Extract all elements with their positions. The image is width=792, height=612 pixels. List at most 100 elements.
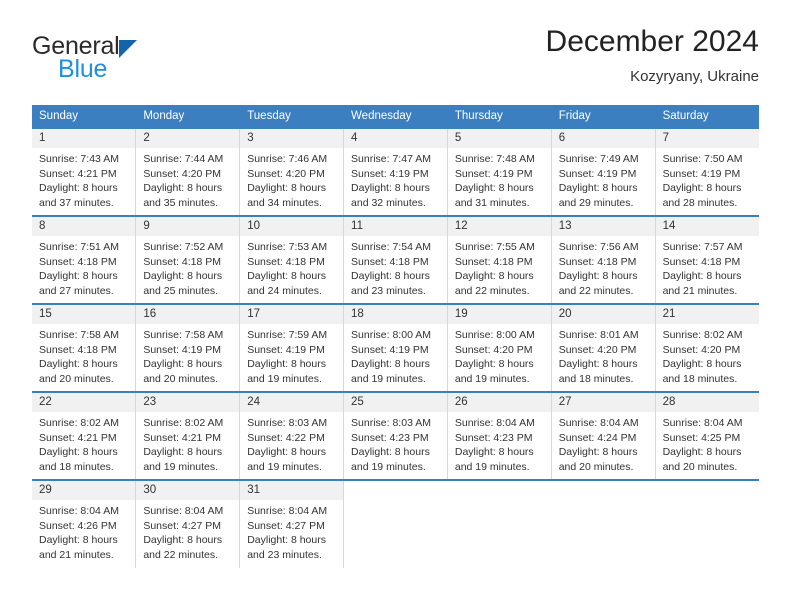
sunset-text: Sunset: 4:24 PM	[558, 431, 637, 444]
daylight-text-line1: Daylight: 8 hours	[351, 446, 430, 459]
day-cell[interactable]: 28 Sunrise: 8:04 AM Sunset: 4:25 PM Dayl…	[655, 391, 759, 480]
daylight-text-line1: Daylight: 8 hours	[39, 534, 118, 547]
sunset-text: Sunset: 4:20 PM	[662, 343, 741, 356]
day-details: Sunrise: 8:01 AM Sunset: 4:20 PM Dayligh…	[552, 324, 655, 386]
day-cell[interactable]: 25 Sunrise: 8:03 AM Sunset: 4:23 PM Dayl…	[343, 391, 448, 480]
day-number: 22	[32, 393, 136, 412]
daylight-text-line1: Daylight: 8 hours	[143, 270, 223, 283]
daylight-text-line1: Daylight: 8 hours	[351, 182, 430, 195]
day-number: 20	[551, 305, 655, 324]
daylight-text-line1: Daylight: 8 hours	[662, 358, 742, 371]
day-cell[interactable]: 13 Sunrise: 7:56 AM Sunset: 4:18 PM Dayl…	[551, 215, 656, 304]
day-cell[interactable]: 15 Sunrise: 7:58 AM Sunset: 4:18 PM Dayl…	[32, 303, 137, 392]
daylight-text-line2: and 22 minutes.	[558, 284, 634, 297]
day-details: Sunrise: 8:00 AM Sunset: 4:19 PM Dayligh…	[344, 324, 447, 386]
day-number	[447, 481, 551, 500]
sunrise-text: Sunrise: 8:04 AM	[143, 505, 224, 517]
day-cell[interactable]: 27 Sunrise: 8:04 AM Sunset: 4:24 PM Dayl…	[551, 391, 656, 480]
day-cell[interactable]: 8 Sunrise: 7:51 AM Sunset: 4:18 PM Dayli…	[32, 215, 137, 304]
day-cell[interactable]: 24 Sunrise: 8:03 AM Sunset: 4:22 PM Dayl…	[239, 391, 345, 480]
day-cell[interactable]: 9 Sunrise: 7:52 AM Sunset: 4:18 PM Dayli…	[135, 215, 241, 304]
day-cell[interactable]: 12 Sunrise: 7:55 AM Sunset: 4:18 PM Dayl…	[447, 215, 552, 304]
day-details: Sunrise: 7:50 AM Sunset: 4:19 PM Dayligh…	[656, 148, 759, 210]
daylight-text-line2: and 19 minutes.	[454, 372, 530, 385]
daylight-text-line2: and 22 minutes.	[143, 548, 219, 561]
sunset-text: Sunset: 4:22 PM	[247, 431, 325, 444]
sunrise-text: Sunrise: 7:43 AM	[39, 153, 119, 165]
day-cell[interactable]: 31 Sunrise: 8:04 AM Sunset: 4:27 PM Dayl…	[239, 479, 345, 568]
day-number: 28	[655, 393, 759, 412]
day-details: Sunrise: 8:02 AM Sunset: 4:20 PM Dayligh…	[656, 324, 759, 386]
day-number	[551, 481, 655, 500]
day-cell[interactable]: 14 Sunrise: 7:57 AM Sunset: 4:18 PM Dayl…	[655, 215, 759, 304]
day-cell[interactable]: 1 Sunrise: 7:43 AM Sunset: 4:21 PM Dayli…	[32, 127, 137, 216]
calendar-table: Sunday Monday Tuesday Wednesday Thursday…	[32, 105, 760, 568]
day-cell[interactable]: 20 Sunrise: 8:01 AM Sunset: 4:20 PM Dayl…	[551, 303, 656, 392]
day-number: 27	[551, 393, 655, 412]
day-number: 10	[240, 217, 344, 236]
daylight-text-line2: and 20 minutes.	[143, 372, 219, 385]
day-cell[interactable]: 21 Sunrise: 8:02 AM Sunset: 4:20 PM Dayl…	[655, 303, 759, 392]
sunrise-text: Sunrise: 8:04 AM	[558, 417, 639, 429]
day-cell[interactable]: 5 Sunrise: 7:48 AM Sunset: 4:19 PM Dayli…	[447, 127, 552, 216]
day-cell[interactable]: 19 Sunrise: 8:00 AM Sunset: 4:20 PM Dayl…	[447, 303, 552, 392]
day-cell[interactable]: 4 Sunrise: 7:47 AM Sunset: 4:19 PM Dayli…	[343, 127, 448, 216]
daylight-text-line2: and 22 minutes.	[454, 284, 530, 297]
daylight-text-line2: and 19 minutes.	[247, 460, 322, 473]
day-cell[interactable]: 17 Sunrise: 7:59 AM Sunset: 4:19 PM Dayl…	[239, 303, 345, 392]
sunset-text: Sunset: 4:23 PM	[454, 431, 533, 444]
day-cell[interactable]: 3 Sunrise: 7:46 AM Sunset: 4:20 PM Dayli…	[239, 127, 345, 216]
day-details: Sunrise: 7:59 AM Sunset: 4:19 PM Dayligh…	[240, 324, 343, 386]
sunrise-text: Sunrise: 7:51 AM	[39, 241, 119, 253]
logo-text-general: General	[32, 32, 120, 60]
logo-text-blue: Blue	[58, 55, 108, 83]
day-details: Sunrise: 7:48 AM Sunset: 4:19 PM Dayligh…	[448, 148, 551, 210]
day-details: Sunrise: 7:51 AM Sunset: 4:18 PM Dayligh…	[32, 236, 135, 298]
day-cell-empty	[447, 479, 552, 568]
day-number: 8	[32, 217, 136, 236]
day-cell[interactable]: 18 Sunrise: 8:00 AM Sunset: 4:19 PM Dayl…	[343, 303, 448, 392]
weekday-header-friday: Friday	[551, 105, 656, 128]
weekday-header-wednesday: Wednesday	[343, 105, 448, 128]
day-cell[interactable]: 23 Sunrise: 8:02 AM Sunset: 4:21 PM Dayl…	[135, 391, 241, 480]
day-number: 5	[447, 129, 551, 148]
daylight-text-line1: Daylight: 8 hours	[454, 182, 534, 195]
daylight-text-line2: and 21 minutes.	[662, 284, 738, 297]
sunrise-text: Sunrise: 7:44 AM	[143, 153, 224, 165]
calendar-week-row: 29 Sunrise: 8:04 AM Sunset: 4:26 PM Dayl…	[32, 479, 759, 568]
day-cell[interactable]: 29 Sunrise: 8:04 AM Sunset: 4:26 PM Dayl…	[32, 479, 137, 568]
sunset-text: Sunset: 4:20 PM	[143, 167, 221, 180]
general-blue-logo: General Blue	[32, 34, 137, 82]
daylight-text-line2: and 23 minutes.	[351, 284, 426, 297]
sunrise-text: Sunrise: 7:57 AM	[662, 241, 743, 253]
day-cell[interactable]: 30 Sunrise: 8:04 AM Sunset: 4:27 PM Dayl…	[135, 479, 241, 568]
weekday-header-thursday: Thursday	[447, 105, 552, 128]
day-cell[interactable]: 2 Sunrise: 7:44 AM Sunset: 4:20 PM Dayli…	[135, 127, 241, 216]
daylight-text-line2: and 32 minutes.	[351, 196, 426, 209]
day-cell[interactable]: 7 Sunrise: 7:50 AM Sunset: 4:19 PM Dayli…	[655, 127, 759, 216]
day-cell[interactable]: 22 Sunrise: 8:02 AM Sunset: 4:21 PM Dayl…	[32, 391, 137, 480]
sunset-text: Sunset: 4:23 PM	[351, 431, 429, 444]
day-number: 9	[136, 217, 240, 236]
day-number: 13	[551, 217, 655, 236]
sunset-text: Sunset: 4:20 PM	[558, 343, 637, 356]
day-cell[interactable]: 11 Sunrise: 7:54 AM Sunset: 4:18 PM Dayl…	[343, 215, 448, 304]
daylight-text-line1: Daylight: 8 hours	[662, 446, 742, 459]
daylight-text-line1: Daylight: 8 hours	[454, 446, 534, 459]
day-details: Sunrise: 8:04 AM Sunset: 4:26 PM Dayligh…	[32, 500, 135, 562]
day-number: 18	[344, 305, 447, 324]
day-number: 7	[655, 129, 759, 148]
page-header: General Blue December 2024 Kozyryany, Uk…	[32, 26, 759, 100]
daylight-text-line1: Daylight: 8 hours	[454, 270, 534, 283]
day-cell[interactable]: 26 Sunrise: 8:04 AM Sunset: 4:23 PM Dayl…	[447, 391, 552, 480]
day-details: Sunrise: 7:46 AM Sunset: 4:20 PM Dayligh…	[240, 148, 343, 210]
sunset-text: Sunset: 4:18 PM	[247, 255, 325, 268]
day-cell[interactable]: 16 Sunrise: 7:58 AM Sunset: 4:19 PM Dayl…	[135, 303, 241, 392]
day-details: Sunrise: 7:53 AM Sunset: 4:18 PM Dayligh…	[240, 236, 343, 298]
daylight-text-line1: Daylight: 8 hours	[558, 446, 638, 459]
day-cell[interactable]: 6 Sunrise: 7:49 AM Sunset: 4:19 PM Dayli…	[551, 127, 656, 216]
weekday-header-tuesday: Tuesday	[239, 105, 345, 128]
day-cell[interactable]: 10 Sunrise: 7:53 AM Sunset: 4:18 PM Dayl…	[239, 215, 345, 304]
day-details: Sunrise: 8:02 AM Sunset: 4:21 PM Dayligh…	[32, 412, 135, 474]
day-number: 15	[32, 305, 136, 324]
